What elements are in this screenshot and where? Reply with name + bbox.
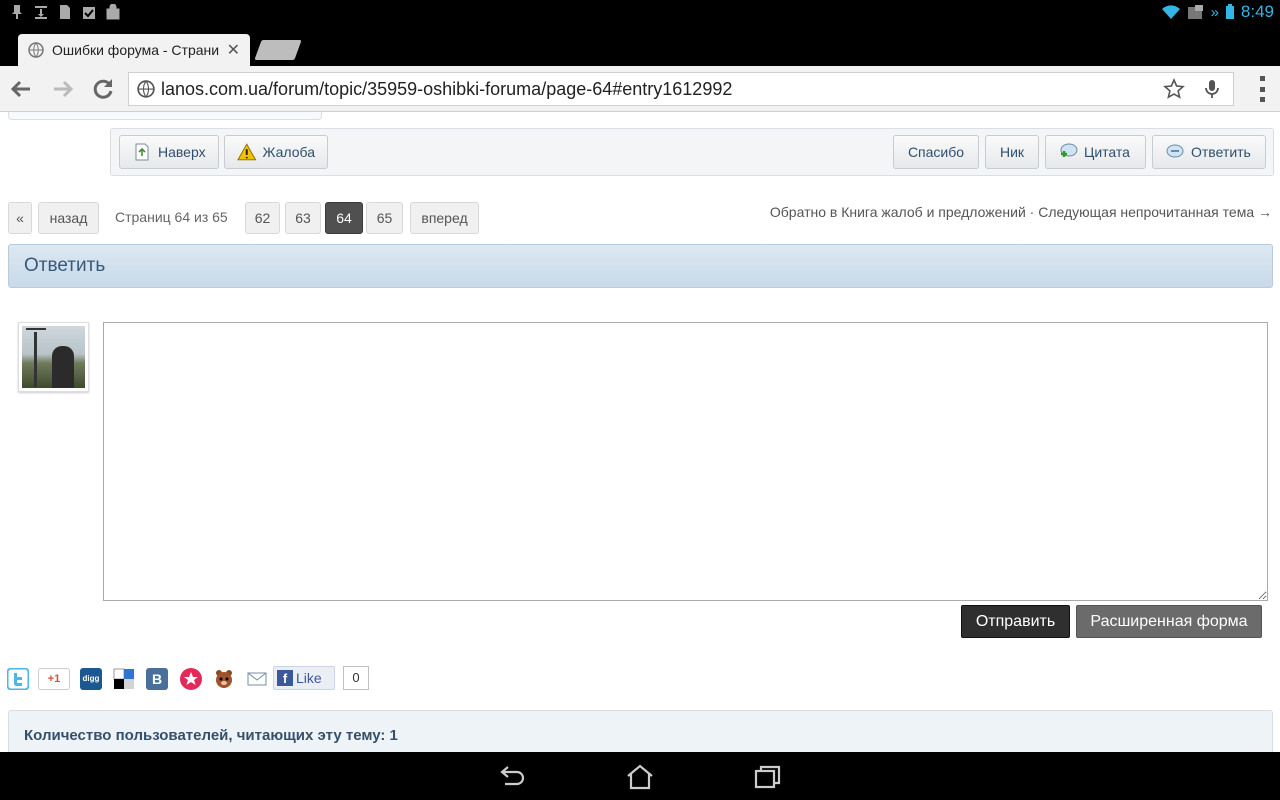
active-readers-panel: Количество пользователей, читающих эту т… [8,710,1273,752]
page-up-icon [135,143,149,161]
globe-icon [28,42,44,58]
first-page-button[interactable]: « [8,202,32,234]
thanks-label: Спасибо [907,144,965,160]
google-plus-button[interactable]: +1 [38,668,70,690]
file-icon [60,5,70,19]
vk-label: B [151,671,163,687]
quote-bubble-icon [1060,143,1078,157]
page-link[interactable]: 63 [285,202,321,234]
facebook-like-button[interactable]: f Like [273,666,335,690]
system-navigation-bar [0,752,1280,800]
reply-label: Ответить [1191,144,1251,160]
overflow-chevron-icon: » [1210,3,1219,21]
gplus-label: +1 [47,673,61,685]
clock: 8:49 [1240,2,1274,21]
url-input[interactable] [161,78,1141,100]
browser-toolbar [0,66,1280,112]
facebook-like-label: Like [296,670,322,686]
menu-icon[interactable] [1258,76,1266,102]
home-icon[interactable] [625,762,655,792]
reply-button[interactable]: Ответить [1152,135,1266,169]
report-button[interactable]: Жалоба [224,135,328,169]
bear-icon[interactable] [213,668,235,690]
status-bar: » 8:49 [0,0,1280,26]
system-status: » 8:49 [1161,2,1274,22]
wifi-icon [1161,5,1180,19]
back-to-forum-links[interactable]: Обратно в Книга жалоб и предложений · Сл… [770,204,1272,220]
quote-button[interactable]: Цитата [1045,135,1146,169]
warning-icon [237,143,257,161]
nick-label: Ник [999,144,1025,160]
back-to-top-label: Наверх [158,144,206,160]
back-icon[interactable] [497,762,527,792]
keyboard-icon [1187,5,1203,19]
current-page: 64 [325,202,363,234]
submit-button[interactable]: Отправить [961,605,1070,638]
page-link[interactable]: 62 [245,202,280,234]
digg-icon[interactable]: digg [80,668,102,690]
report-label: Жалоба [262,144,315,160]
twitter-icon[interactable] [7,668,29,690]
shopping-bag-icon [106,4,120,20]
back-arrow-icon[interactable] [8,76,34,102]
avatar [18,322,89,392]
vkontakte-icon[interactable]: B [146,668,168,690]
page-link[interactable]: 65 [366,202,403,234]
facebook-icon: f [277,670,293,686]
tab-title: Ошибки форума - Страни [52,42,220,58]
notification-pin-icon [12,5,22,19]
new-tab-button[interactable] [254,40,302,60]
next-page-button[interactable]: вперед [410,202,479,234]
page-info: Страниц 64 из 65 [115,209,228,225]
web-page: Наверх Жалоба Спасибо Ник Цитата Ответит… [0,112,1280,752]
previous-post-footer [8,112,322,120]
microphone-icon[interactable] [1201,78,1223,100]
prev-page-button[interactable]: назад [38,202,99,234]
reply-textarea[interactable] [103,322,1268,601]
back-to-top-button[interactable]: Наверх [119,135,219,169]
active-readers-text: Количество пользователей, читающих эту т… [24,727,398,744]
reload-icon[interactable] [90,76,116,102]
download-icon [35,6,47,19]
star-icon[interactable] [180,668,202,690]
thanks-button[interactable]: Спасибо [893,135,979,169]
checkbox-icon [83,7,95,19]
digg-label: digg [82,674,100,683]
facebook-like-count: 0 [343,666,369,690]
address-bar[interactable] [128,72,1234,106]
browser-tab[interactable]: Ошибки форума - Страни ✕ [18,34,250,66]
nick-button[interactable]: Ник [985,135,1039,169]
battery-icon [1225,4,1234,19]
notification-icons [10,4,120,20]
bookmark-star-icon[interactable] [1163,78,1185,100]
close-tab-icon[interactable]: ✕ [227,40,240,60]
recent-apps-icon[interactable] [753,762,783,792]
email-icon[interactable] [246,668,268,690]
advanced-form-button[interactable]: Расширенная форма [1076,605,1262,638]
post-actions-bar: Наверх Жалоба Спасибо Ник Цитата Ответит… [110,128,1274,176]
reply-section-title: Ответить [8,244,1273,288]
quote-label: Цитата [1084,144,1130,160]
reply-bubble-icon [1166,144,1184,158]
delicious-icon[interactable] [113,668,135,690]
forward-arrow-icon[interactable] [50,76,76,102]
globe-icon [137,80,155,98]
browser-tab-bar: Ошибки форума - Страни ✕ [0,26,1280,66]
